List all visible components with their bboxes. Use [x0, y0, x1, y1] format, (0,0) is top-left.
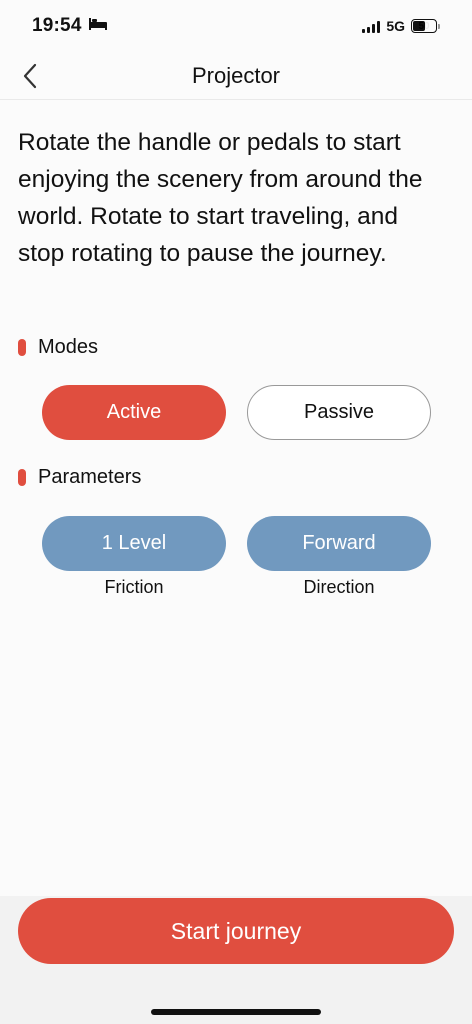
status-time: 19:54: [32, 15, 82, 36]
direction-button[interactable]: Forward: [247, 516, 431, 571]
page-title: Projector: [191, 62, 281, 88]
bed-icon: [88, 17, 108, 36]
intro-text: Rotate the handle or pedals to start enj…: [18, 129, 423, 267]
home-indicator[interactable]: [151, 1009, 321, 1015]
section-marker: [18, 469, 26, 486]
section-marker: [18, 339, 26, 356]
mode-passive-button[interactable]: Passive: [247, 385, 431, 440]
status-bar: 19:54 5G 50: [0, 0, 472, 52]
friction-level-button[interactable]: 1 Level: [42, 516, 226, 571]
battery-level: 50: [418, 20, 430, 32]
battery-icon: 50: [411, 19, 440, 33]
back-button[interactable]: [16, 62, 44, 90]
status-right: 5G 50: [362, 18, 440, 34]
friction-caption: Friction: [104, 577, 164, 597]
navigation-bar: Projector: [0, 52, 472, 100]
modes-section-label: Modes: [18, 336, 98, 359]
signal-icon: [362, 20, 381, 33]
parameters-section-label: Parameters: [18, 466, 141, 489]
chevron-left-icon: [23, 63, 37, 89]
direction-caption: Direction: [303, 577, 375, 597]
mode-active-button[interactable]: Active: [42, 385, 226, 440]
modes-label: Modes: [38, 336, 99, 358]
start-journey-button[interactable]: Start journey: [18, 898, 454, 964]
parameters-label: Parameters: [38, 466, 142, 488]
status-left: 19:54: [32, 15, 108, 37]
network-type: 5G: [386, 18, 405, 34]
